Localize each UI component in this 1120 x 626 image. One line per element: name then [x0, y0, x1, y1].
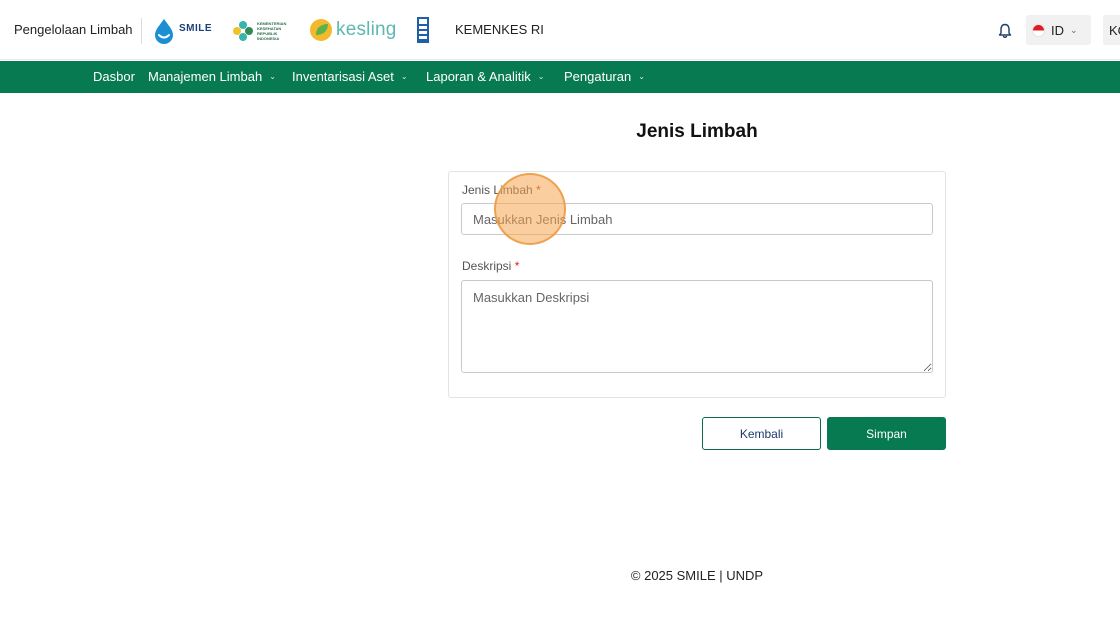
language-code: ID	[1051, 22, 1064, 38]
chevron-down-icon: ⌄	[400, 72, 408, 81]
nav-item-pengaturan[interactable]: Pengaturan ⌄	[564, 69, 645, 84]
nav-item-laporan-analitik[interactable]: Laporan & Analitik ⌄	[426, 69, 545, 84]
back-button[interactable]: Kembali	[702, 417, 821, 450]
app-title: Pengelolaan Limbah	[14, 22, 133, 37]
indonesia-flag-icon	[1032, 23, 1045, 37]
required-mark: *	[514, 259, 520, 273]
deskripsi-textarea[interactable]	[461, 280, 933, 373]
chevron-down-icon: ⌄	[638, 72, 645, 81]
bell-icon[interactable]	[997, 23, 1013, 39]
nav-item-label: Pengaturan	[564, 69, 632, 84]
chevron-down-icon: ⌄	[1070, 24, 1078, 35]
nav-item-label: Dasbor	[93, 69, 135, 84]
save-button[interactable]: Simpan	[827, 417, 946, 450]
smile-logo-text: SMILE	[179, 23, 213, 34]
kemenkes-emblem-icon	[233, 21, 253, 41]
smile-logo: SMILE	[153, 17, 212, 45]
user-menu[interactable]: KO	[1103, 15, 1120, 45]
nav-item-label: Inventarisasi Aset	[292, 69, 394, 84]
header-divider	[141, 18, 142, 44]
chevron-down-icon: ⌄	[269, 72, 276, 81]
nav-item-manajemen-limbah[interactable]: Manajemen Limbah ⌄	[148, 69, 276, 84]
chevron-down-icon: ⌄	[537, 72, 545, 81]
language-selector[interactable]: ID ⌄	[1026, 15, 1091, 45]
kesling-logo: kesling	[309, 16, 397, 44]
top-header: Pengelolaan Limbah SMILE KEMENTERIAN KES…	[0, 0, 1120, 60]
user-initials: KO	[1109, 23, 1120, 38]
org-name: KEMENKES RI	[455, 22, 544, 37]
kemenkes-logo-text: KEMENTERIAN KESEHATAN REPUBLIK INDONESIA	[257, 21, 287, 41]
jenis-limbah-input[interactable]	[461, 203, 933, 235]
undp-logo	[417, 17, 429, 43]
jenis-limbah-label: Jenis Limbah *	[462, 183, 541, 197]
nav-item-dasbor[interactable]: Dasbor	[93, 69, 135, 84]
nav-item-inventarisasi-aset[interactable]: Inventarisasi Aset ⌄	[292, 69, 408, 84]
nav-item-label: Manajemen Limbah	[148, 69, 263, 84]
page-title: Jenis Limbah	[636, 121, 758, 142]
nav-item-label: Laporan & Analitik	[426, 69, 531, 84]
smile-drop-icon	[155, 19, 173, 44]
main-nav: Dasbor Manajemen Limbah ⌄ Inventarisasi …	[0, 61, 1120, 93]
kemenkes-logo: KEMENTERIAN KESEHATAN REPUBLIK INDONESIA	[232, 17, 286, 45]
form-card: Jenis Limbah * Deskripsi *	[448, 171, 946, 398]
required-mark: *	[536, 183, 541, 197]
kesling-leaf-icon	[310, 19, 332, 41]
deskripsi-label: Deskripsi *	[462, 259, 520, 273]
kesling-logo-text: kesling	[336, 19, 397, 40]
footer-copyright: © 2025 SMILE | UNDP	[630, 568, 764, 583]
